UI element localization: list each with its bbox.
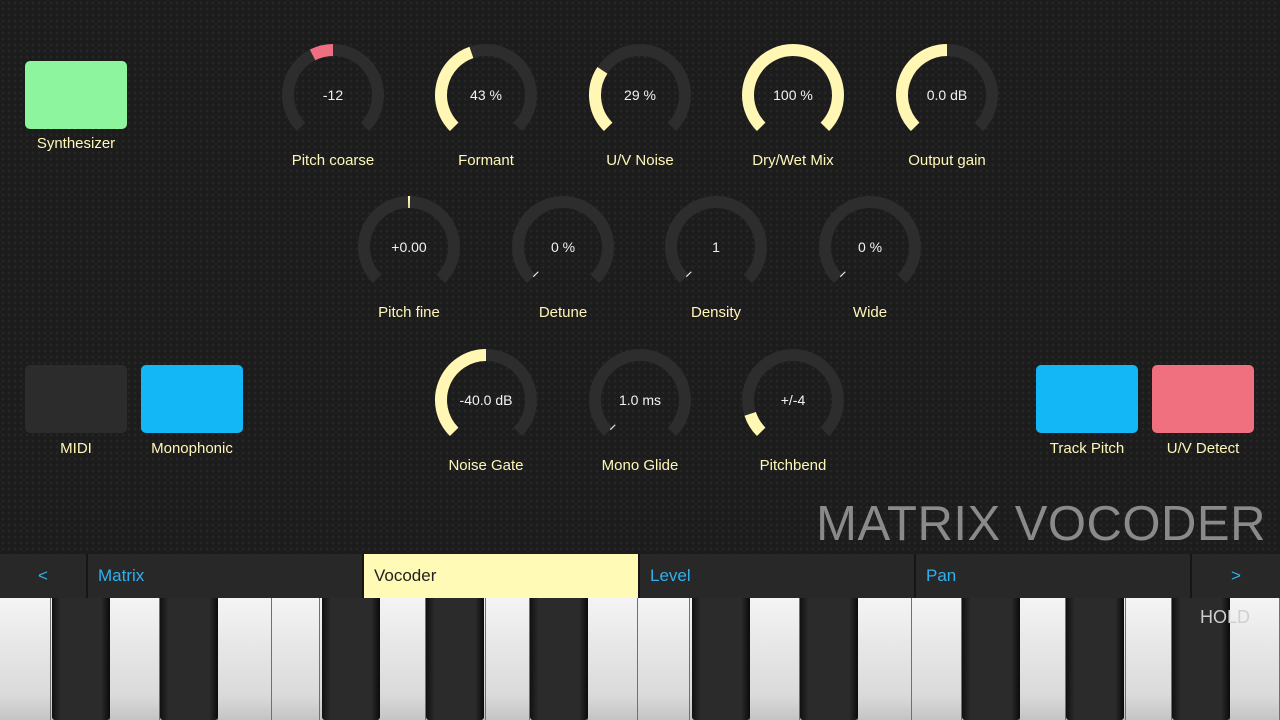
pitch-fine-label: Pitch fine: [378, 304, 440, 321]
white-key[interactable]: [858, 598, 912, 720]
dry-wet-mix-value: 100 %: [773, 87, 813, 103]
mono-glide-value: 1.0 ms: [618, 392, 661, 408]
density-label: Density: [690, 304, 742, 321]
black-key[interactable]: [530, 598, 588, 720]
tab-bar: < Matrix Vocoder Level Pan >: [0, 554, 1280, 598]
synthesizer-pad[interactable]: [25, 61, 127, 129]
monophonic-pad[interactable]: [141, 365, 243, 433]
midi-pad[interactable]: [25, 365, 127, 433]
noise-gate-knob[interactable]: -40.0 dB Noise Gate: [431, 345, 541, 474]
mono-glide-knob[interactable]: 1.0 ms Mono Glide: [585, 345, 695, 474]
output-gain-value: 0.0 dB: [926, 87, 968, 103]
synthesizer-label: Synthesizer: [36, 135, 116, 152]
white-key[interactable]: [218, 598, 272, 720]
pitch-fine-value: +0.00: [391, 239, 427, 255]
wide-value: 0 %: [857, 239, 883, 255]
noise-gate-label: Noise Gate: [448, 457, 524, 474]
dry-wet-mix-knob[interactable]: 100 % Dry/Wet Mix: [738, 40, 848, 169]
detune-value: 0 %: [550, 239, 576, 255]
tab-matrix[interactable]: Matrix: [88, 554, 362, 598]
pitch-coarse-value: -12: [322, 87, 344, 103]
tab-vocoder[interactable]: Vocoder: [364, 554, 638, 598]
formant-knob[interactable]: 43 % Formant: [431, 40, 541, 169]
formant-value: 43 %: [470, 87, 502, 103]
white-key[interactable]: [638, 598, 690, 720]
white-key[interactable]: [0, 598, 51, 720]
white-key[interactable]: [588, 598, 638, 720]
output-gain-label: Output gain: [908, 152, 986, 169]
piano-keyboard[interactable]: [0, 598, 1280, 720]
white-key[interactable]: [486, 598, 530, 720]
white-key[interactable]: [272, 598, 320, 720]
pitchbend-knob[interactable]: +/-4 Pitchbend: [738, 345, 848, 474]
uv-detect-label: U/V Detect: [1166, 440, 1240, 457]
prev-page-button[interactable]: <: [0, 554, 86, 598]
black-key[interactable]: [692, 598, 750, 720]
detune-label: Detune: [538, 304, 588, 321]
black-key[interactable]: [426, 598, 484, 720]
white-key[interactable]: [1020, 598, 1066, 720]
pitchbend-value: +/-4: [780, 392, 806, 408]
black-key[interactable]: [1066, 598, 1124, 720]
pitchbend-label: Pitchbend: [759, 457, 827, 474]
pitch-coarse-knob[interactable]: -12 Pitch coarse: [278, 40, 388, 169]
brand-title: MATRIX VOCODER: [816, 497, 1266, 551]
black-key[interactable]: [322, 598, 380, 720]
pitch-coarse-label: Pitch coarse: [291, 152, 375, 169]
wide-label: Wide: [852, 304, 888, 321]
white-key[interactable]: [110, 598, 160, 720]
density-knob[interactable]: 1 Density: [661, 192, 771, 321]
output-gain-knob[interactable]: 0.0 dB Output gain: [892, 40, 1002, 169]
tab-pan[interactable]: Pan: [916, 554, 1190, 598]
detune-knob[interactable]: 0 % Detune: [508, 192, 618, 321]
mono-glide-label: Mono Glide: [601, 457, 679, 474]
white-key[interactable]: [912, 598, 962, 720]
hold-button[interactable]: HOLD: [1200, 607, 1250, 628]
black-key[interactable]: [962, 598, 1020, 720]
uv-detect-pad[interactable]: [1152, 365, 1254, 433]
monophonic-label: Monophonic: [151, 440, 233, 457]
next-page-button[interactable]: >: [1192, 554, 1280, 598]
noise-gate-value: -40.0 dB: [459, 392, 513, 408]
tab-level[interactable]: Level: [640, 554, 914, 598]
uv-noise-value: 29 %: [624, 87, 656, 103]
black-key[interactable]: [800, 598, 858, 720]
white-key[interactable]: [750, 598, 800, 720]
white-key[interactable]: [1126, 598, 1172, 720]
track-pitch-pad[interactable]: [1036, 365, 1138, 433]
black-key[interactable]: [52, 598, 110, 720]
pitch-fine-knob[interactable]: +0.00 Pitch fine: [354, 192, 464, 321]
formant-label: Formant: [458, 152, 514, 169]
dry-wet-mix-label: Dry/Wet Mix: [752, 152, 834, 169]
wide-knob[interactable]: 0 % Wide: [815, 192, 925, 321]
density-value: 1: [712, 239, 720, 255]
uv-noise-label: U/V Noise: [606, 152, 674, 169]
black-key[interactable]: [160, 598, 218, 720]
white-key[interactable]: [378, 598, 426, 720]
uv-noise-knob[interactable]: 29 % U/V Noise: [585, 40, 695, 169]
